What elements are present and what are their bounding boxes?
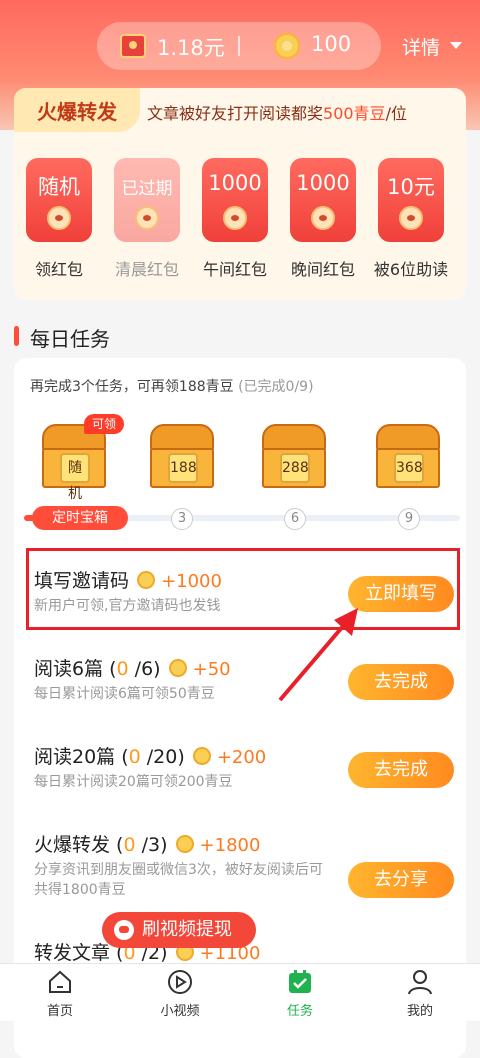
task-icon	[289, 970, 311, 993]
task-desc: 分享资讯到朋友圈或微信3次，被好友阅读后可共得1800青豆	[34, 862, 323, 898]
task-row: 火爆转发 (0 /3) +1800 分享资讯到朋友圈或微信3次，被好友阅读后可共…	[14, 816, 466, 904]
progress-mark: 3	[171, 508, 193, 530]
red-envelope-icon: 1000	[290, 158, 356, 242]
timed-chest-label[interactable]: 定时宝箱	[32, 506, 128, 530]
balance-pill[interactable]: 1.18元 100	[97, 22, 381, 70]
red-envelope-icon	[120, 34, 146, 58]
nav-home[interactable]: 首页	[12, 964, 108, 1022]
arrow-icon	[278, 608, 358, 702]
complete-button[interactable]: 去完成	[348, 752, 454, 788]
envelope-label: 晚间红包	[290, 260, 355, 279]
nav-label: 小视频	[160, 1004, 200, 1019]
envelope-assist[interactable]: 10元 被6位助读	[368, 154, 454, 284]
red-envelope-icon: 10元	[378, 158, 444, 242]
envelope-random[interactable]: 随机 领红包	[16, 154, 102, 284]
detail-button[interactable]: 详情	[402, 33, 440, 60]
envelope-evening[interactable]: 1000 晚间红包	[280, 154, 366, 284]
envelope-label: 被6位助读	[373, 260, 449, 279]
play-icon	[168, 970, 192, 994]
daily-task-card: 再完成3个任务，可再领188青豆 (已完成0/9) 随机 可领 188 288 …	[14, 358, 466, 1058]
task-desc: 每日累计阅读20篇可领200青豆	[34, 774, 233, 790]
treasure-chest-icon[interactable]: 188	[146, 424, 218, 490]
task-title: 阅读20篇 (0 /20) +200	[34, 746, 267, 768]
envelope-label: 清晨红包	[114, 260, 179, 279]
hot-share-title: 火爆转发	[14, 88, 140, 132]
section-accent-bar	[14, 326, 19, 346]
divider	[238, 36, 240, 56]
envelope-label: 领红包	[34, 260, 83, 279]
hot-share-card: 火爆转发 文章被好友打开阅读都奖500青豆/位 随机 领红包 已过期 清晨红包 …	[14, 88, 466, 300]
task-row: 阅读20篇 (0 /20) +200 每日累计阅读20篇可领200青豆 去完成	[14, 728, 466, 816]
coin-icon	[168, 659, 187, 677]
red-envelope-icon: 随机	[26, 158, 92, 242]
user-icon	[408, 970, 432, 995]
envelope-noon[interactable]: 1000 午间红包	[192, 154, 278, 284]
nav-label: 我的	[406, 1004, 433, 1019]
envelope-row: 随机 领红包 已过期 清晨红包 1000 午间红包 1000 晚间红包 10元 …	[14, 154, 466, 294]
treasure-chest-icon[interactable]: 288	[258, 424, 330, 490]
red-envelope-icon: 已过期	[114, 158, 180, 242]
coin-icon	[192, 747, 211, 765]
red-envelope-icon: 1000	[202, 158, 268, 242]
progress-mark: 6	[284, 508, 306, 530]
nav-mine[interactable]: 我的	[372, 964, 468, 1022]
bottom-nav: 首页 小视频 任务 我的	[0, 963, 480, 1021]
nav-video[interactable]: 小视频	[132, 964, 228, 1022]
nav-label: 任务	[286, 1004, 313, 1019]
nav-task[interactable]: 任务	[252, 964, 348, 1022]
video-withdraw-button[interactable]: 刷视频提现	[102, 912, 256, 948]
task-title: 阅读6篇 (0 /6) +50	[34, 658, 231, 680]
coin-balance: 100	[311, 32, 352, 56]
share-button[interactable]: 去分享	[348, 862, 454, 898]
home-icon	[49, 970, 71, 993]
envelope-label: 午间红包	[202, 260, 267, 279]
claimable-badge: 可领	[84, 414, 124, 434]
section-title: 每日任务	[30, 327, 110, 351]
treasure-chest-icon[interactable]: 368	[372, 424, 444, 490]
task-row: 阅读6篇 (0 /6) +50 每日累计阅读6篇可领50青豆 去完成	[14, 640, 466, 728]
task-hint: 再完成3个任务，可再领188青豆 (已完成0/9)	[30, 379, 314, 395]
hot-share-desc: 文章被好友打开阅读都奖500青豆/位	[147, 104, 407, 123]
caret-down-icon[interactable]	[450, 42, 462, 49]
coin-icon	[274, 33, 300, 59]
progress-mark: 9	[398, 508, 420, 530]
task-title: 火爆转发 (0 /3) +1800	[34, 834, 261, 856]
highlight-box	[26, 548, 460, 630]
envelope-morning[interactable]: 已过期 清晨红包	[104, 154, 190, 284]
cash-balance: 1.18元	[157, 36, 225, 60]
nav-label: 首页	[46, 1004, 73, 1019]
coin-icon	[175, 835, 194, 853]
chat-bubble-icon	[114, 920, 134, 940]
